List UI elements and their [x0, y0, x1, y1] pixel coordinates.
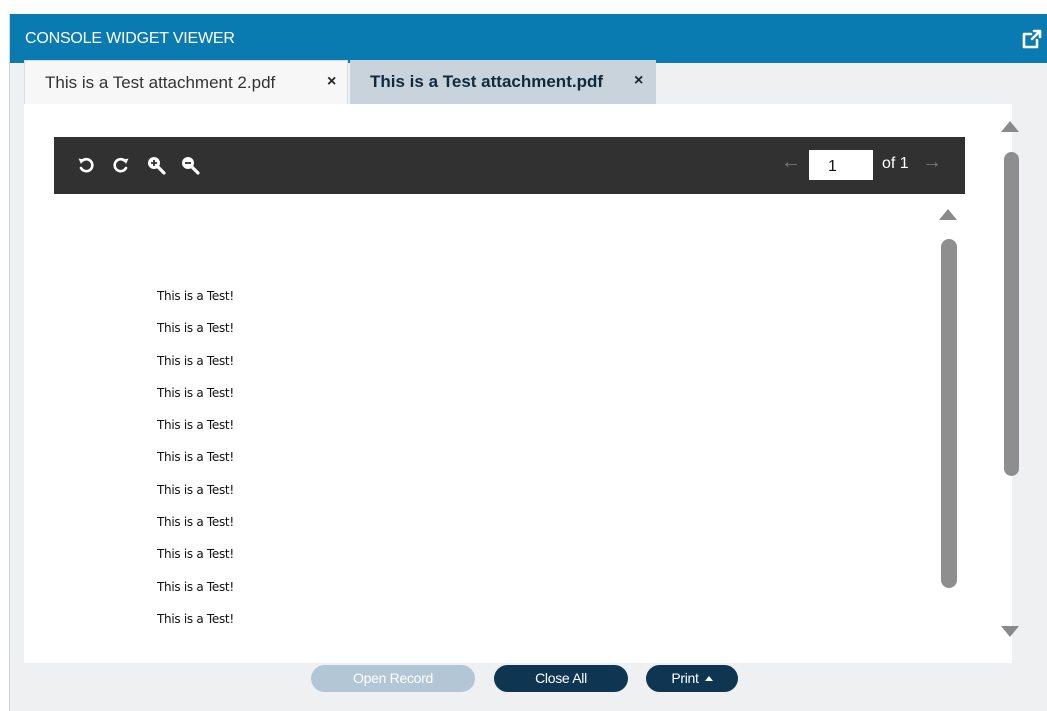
close-tab-icon[interactable]: ×	[634, 72, 643, 90]
outer-scroll-up-arrow[interactable]	[1001, 121, 1019, 132]
page-count: of 1	[882, 155, 909, 172]
caret-up-icon	[704, 676, 713, 681]
title-bar: CONSOLE WIDGET VIEWER	[10, 14, 1047, 63]
pdf-text-line: This is a Test!	[157, 579, 234, 594]
tab-label: This is a Test attachment.pdf	[370, 72, 604, 91]
pdf-text-line: This is a Test!	[157, 385, 234, 400]
pdf-text-line: This is a Test!	[157, 515, 234, 530]
pdf-text-line: This is a Test!	[157, 611, 234, 626]
external-link-icon[interactable]	[1020, 27, 1044, 51]
outer-scrollbar-thumb[interactable]	[1004, 152, 1019, 476]
close-all-button[interactable]: Close All	[494, 665, 628, 692]
cropped-heading	[0, 0, 1047, 14]
previous-page-arrow[interactable]: ←	[781, 151, 801, 174]
rotate-left-icon[interactable]	[76, 155, 96, 175]
pdf-text-line: This is a Test!	[157, 450, 234, 465]
tab-attachment-2[interactable]: This is a Test attachment 2.pdf ×	[24, 60, 348, 104]
open-record-button[interactable]: Open Record	[311, 665, 475, 692]
pdf-text-line: This is a Test!	[157, 321, 234, 336]
rotate-right-icon[interactable]	[111, 155, 131, 175]
pdf-text-line: This is a Test!	[157, 547, 234, 562]
zoom-in-icon[interactable]	[146, 155, 166, 175]
print-button[interactable]: Print	[646, 665, 738, 692]
pdf-text-line: This is a Test!	[157, 482, 234, 497]
zoom-out-icon[interactable]	[180, 155, 200, 175]
pdf-text-line: This is a Test!	[157, 418, 234, 433]
page-number-input[interactable]	[809, 150, 873, 180]
next-page-arrow[interactable]: →	[922, 151, 942, 174]
inner-scrollbar-thumb[interactable]	[941, 239, 957, 588]
close-tab-icon[interactable]: ×	[327, 73, 336, 91]
tab-attachment[interactable]: This is a Test attachment.pdf ×	[350, 60, 656, 104]
tab-label: This is a Test attachment 2.pdf	[45, 72, 276, 92]
outer-scroll-down-arrow[interactable]	[1001, 626, 1019, 637]
pdf-text-line: This is a Test!	[157, 353, 234, 368]
pdf-toolbar: ← of 1 →	[54, 137, 965, 194]
pdf-text-line: This is a Test!	[157, 289, 234, 303]
inner-scroll-up-arrow[interactable]	[939, 209, 957, 220]
pdf-page: This is a Test! This is a Test! This is a …	[54, 194, 965, 656]
print-label: Print	[671, 670, 699, 686]
pdf-text-lines: This is a Test! This is a Test! This is a …	[157, 290, 234, 645]
window-title: CONSOLE WIDGET VIEWER	[25, 30, 235, 47]
